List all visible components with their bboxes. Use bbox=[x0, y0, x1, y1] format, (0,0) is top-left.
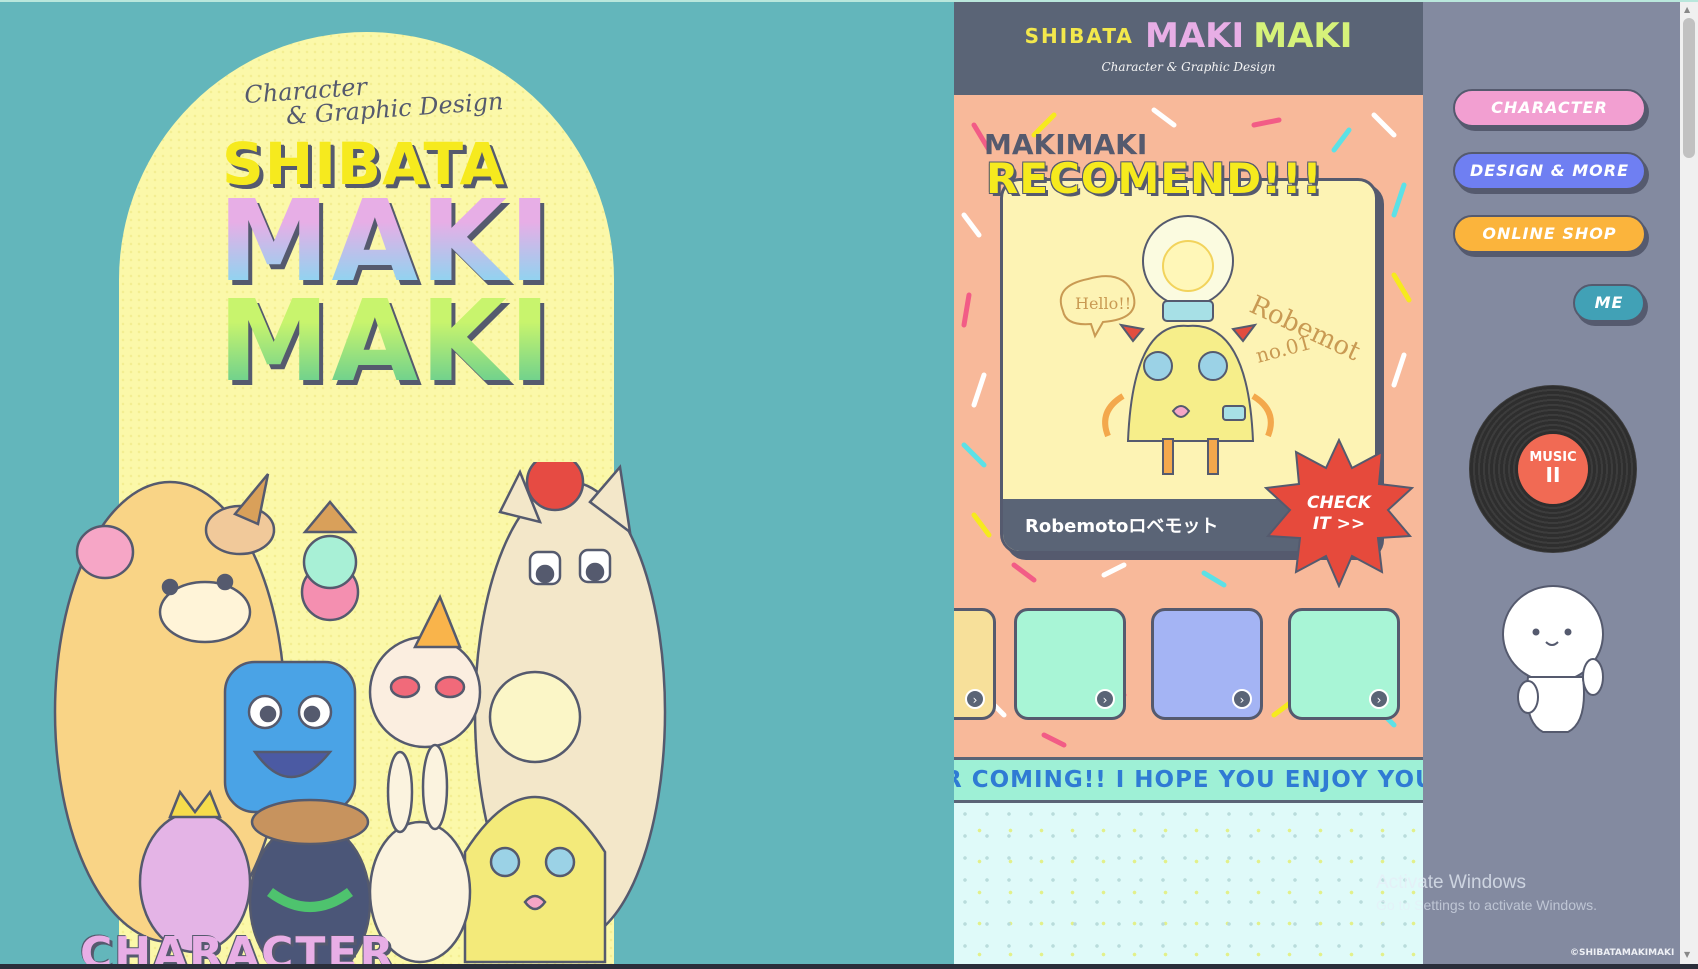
music-toggle-button[interactable]: MUSIC II bbox=[1518, 434, 1588, 504]
nav-online-shop-button[interactable]: ONLINE SHOP bbox=[1453, 215, 1646, 253]
character-section-heading: CHARACTER bbox=[80, 928, 396, 969]
recommend-card-title: Robemotoロベモット bbox=[1025, 516, 1219, 537]
thumbnail-card[interactable]: › bbox=[1151, 608, 1263, 720]
scroll-down-arrow-icon[interactable]: ▼ bbox=[1684, 950, 1690, 959]
recommend-panel: SHIBATA MAKI MAKI Character & Graphic De… bbox=[954, 2, 1423, 964]
thumbnail-card[interactable]: › bbox=[1014, 608, 1126, 720]
character-group-illustration bbox=[53, 462, 667, 964]
sidebar-nav: CHARACTER DESIGN & MORE ONLINE SHOP ME M… bbox=[1423, 2, 1680, 964]
recommend-heading: RECOMEND!!! bbox=[986, 154, 1323, 203]
check-it-label: CHECK IT >> bbox=[1264, 493, 1414, 535]
check-it-button[interactable]: CHECK IT >> bbox=[1263, 437, 1415, 589]
hello-speech-text: Hello!! bbox=[1075, 294, 1131, 313]
nav-me-button[interactable]: ME bbox=[1573, 284, 1645, 322]
windows-activation-title: Activate Windows bbox=[1376, 872, 1526, 893]
panel-logo-subtitle: Character & Graphic Design bbox=[1101, 60, 1276, 74]
windows-activation-subtitle: Go to Settings to activate Windows. bbox=[1376, 897, 1597, 913]
chevron-right-icon[interactable]: › bbox=[1095, 689, 1115, 709]
thumbnail-carousel: › › › › bbox=[954, 608, 1423, 722]
chevron-right-icon[interactable]: › bbox=[965, 689, 985, 709]
marquee-banner: R COMING!! I HOPE YOU ENJOY YOUR T bbox=[954, 757, 1423, 803]
chevron-right-icon[interactable]: › bbox=[1369, 689, 1389, 709]
nav-design-more-button[interactable]: DESIGN & MORE bbox=[1453, 152, 1646, 190]
pause-icon: II bbox=[1545, 463, 1561, 487]
thumbnail-card[interactable]: › bbox=[1288, 608, 1400, 720]
check-line-2: IT >> bbox=[1312, 514, 1366, 534]
character-section-background bbox=[954, 803, 1423, 964]
panel-logo-shibata: SHIBATA bbox=[1024, 24, 1134, 48]
marquee-text: R COMING!! I HOPE YOU ENJOY YOUR T bbox=[954, 767, 1423, 793]
chevron-right-icon[interactable]: › bbox=[1232, 689, 1252, 709]
scroll-up-arrow-icon[interactable]: ▲ bbox=[1684, 5, 1690, 14]
seal-mascot-illustration bbox=[1502, 585, 1604, 733]
bottom-border bbox=[0, 964, 1698, 969]
panel-logo-maki-2: MAKI bbox=[1253, 16, 1353, 56]
page-scrollbar[interactable]: ▲ ▼ bbox=[1680, 2, 1698, 964]
panel-logo-maki-1: MAKI bbox=[1145, 16, 1245, 56]
panel-header: SHIBATA MAKI MAKI Character & Graphic De… bbox=[954, 2, 1423, 95]
thumbnail-card[interactable]: › bbox=[954, 608, 996, 720]
scrollbar-thumb[interactable] bbox=[1683, 18, 1695, 158]
robemot-number-text: no.01 bbox=[1253, 330, 1314, 368]
nav-character-button[interactable]: CHARACTER bbox=[1453, 89, 1646, 127]
music-record[interactable]: MUSIC II bbox=[1469, 385, 1637, 553]
check-line-1: CHECK bbox=[1307, 493, 1371, 513]
hero-section: Character & Graphic Design SHIBATA MAKI … bbox=[0, 2, 954, 964]
hero-logo-maki-2: MAKI bbox=[218, 277, 553, 407]
panel-logo[interactable]: SHIBATA MAKI MAKI bbox=[954, 16, 1423, 56]
copyright-text: ©SHIBATAMAKIMAKI bbox=[1570, 948, 1675, 958]
